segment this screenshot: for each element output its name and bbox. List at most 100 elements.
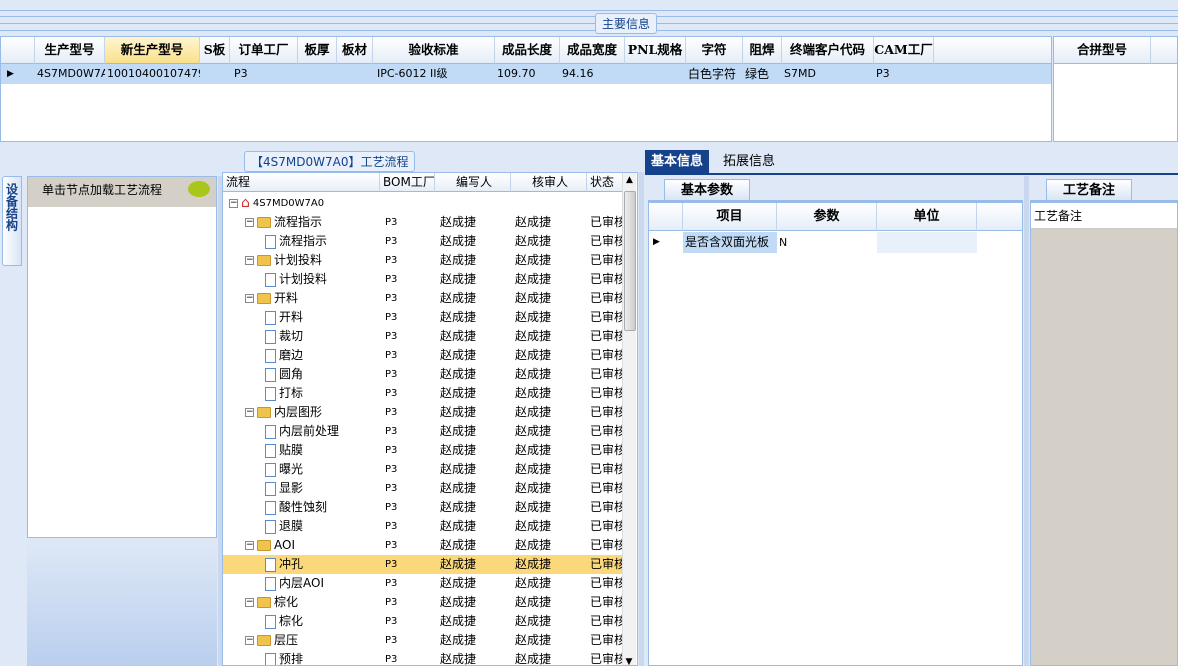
table-row[interactable]: ▶ 4S7MD0W7A0 10010400107479 P3 IPC-6012 …: [1, 64, 1051, 84]
tab-process-remark[interactable]: 工艺备注: [1046, 179, 1133, 201]
tree-row[interactable]: − 棕化 P3 赵成捷 赵成捷 已审核: [223, 593, 624, 612]
tree-cell-reviewer[interactable]: 赵成捷: [515, 593, 585, 612]
tree-cell-reviewer[interactable]: 赵成捷: [515, 612, 585, 631]
tree-cell-factory[interactable]: P3: [385, 498, 435, 517]
tree-cell-status[interactable]: 已审核: [590, 441, 624, 460]
tree-row[interactable]: 贴膜 P3 赵成捷 赵成捷 已审核: [223, 441, 624, 460]
tree-cell-reviewer[interactable]: 赵成捷: [515, 650, 585, 665]
tree-cell-writer[interactable]: 赵成捷: [440, 327, 510, 346]
scroll-down-icon[interactable]: ▼: [623, 657, 635, 665]
tree-cell-reviewer[interactable]: 赵成捷: [515, 213, 585, 232]
tree-node[interactable]: 预排: [265, 650, 380, 665]
tree-node[interactable]: 酸性蚀刻: [265, 498, 380, 517]
tree-cell-writer[interactable]: 赵成捷: [440, 574, 510, 593]
scroll-up-icon[interactable]: ▲: [623, 173, 636, 187]
tree-node[interactable]: 计划投料: [265, 270, 380, 289]
param-cell-item[interactable]: 是否含双面光板: [683, 232, 777, 253]
tree-cell-status[interactable]: 已审核: [590, 479, 624, 498]
param-col-unit[interactable]: 单位: [877, 203, 977, 231]
tree-cell-reviewer[interactable]: 赵成捷: [515, 365, 585, 384]
col-header-customer[interactable]: 终端客户代码: [782, 37, 874, 64]
remark-box[interactable]: 工艺备注: [1030, 202, 1178, 666]
tree-node[interactable]: 内层AOI: [265, 574, 380, 593]
tree-row[interactable]: 曝光 P3 赵成捷 赵成捷 已审核: [223, 460, 624, 479]
tree-cell-factory[interactable]: P3: [385, 346, 435, 365]
col-header-material[interactable]: 板材: [337, 37, 373, 64]
col-header-length[interactable]: 成品长度: [495, 37, 560, 64]
col-header-thickness[interactable]: 板厚: [298, 37, 337, 64]
tree-cell-status[interactable]: 已审核: [590, 308, 624, 327]
cell-standard[interactable]: IPC-6012 II级: [375, 64, 495, 84]
tree-row[interactable]: 开料 P3 赵成捷 赵成捷 已审核: [223, 308, 624, 327]
tree-cell-factory[interactable]: P3: [385, 631, 435, 650]
collapse-icon[interactable]: −: [245, 541, 254, 550]
tab-basic-params[interactable]: 基本参数: [664, 179, 751, 201]
tree-node[interactable]: − 层压: [245, 631, 380, 650]
collapse-icon[interactable]: −: [245, 598, 254, 607]
tree-cell-status[interactable]: 已审核: [590, 403, 624, 422]
param-cell-unit[interactable]: [877, 232, 977, 253]
tree-cell-factory[interactable]: P3: [385, 365, 435, 384]
collapse-icon[interactable]: −: [245, 408, 254, 417]
tree-scrollbar[interactable]: ▲ ▼: [622, 173, 636, 665]
tree-row[interactable]: 流程指示 P3 赵成捷 赵成捷 已审核: [223, 232, 624, 251]
col-header-solder[interactable]: 阻焊: [743, 37, 782, 64]
tree-cell-reviewer[interactable]: 赵成捷: [515, 346, 585, 365]
tree-cell-factory[interactable]: P3: [385, 536, 435, 555]
tree-cell-factory[interactable]: P3: [385, 289, 435, 308]
tree-node[interactable]: 棕化: [265, 612, 380, 631]
tree-row[interactable]: 预排 P3 赵成捷 赵成捷 已审核: [223, 650, 624, 665]
right-splitter-handle[interactable]: [1024, 176, 1029, 666]
tree-row[interactable]: 退膜 P3 赵成捷 赵成捷 已审核: [223, 517, 624, 536]
tree-cell-status[interactable]: 已审核: [590, 327, 624, 346]
tree-cell-factory[interactable]: P3: [385, 441, 435, 460]
tree-row[interactable]: − 开料 P3 赵成捷 赵成捷 已审核: [223, 289, 624, 308]
tree-cell-writer[interactable]: 赵成捷: [440, 346, 510, 365]
tree-cell-writer[interactable]: 赵成捷: [440, 441, 510, 460]
tree-cell-writer[interactable]: 赵成捷: [440, 517, 510, 536]
tree-node[interactable]: − 棕化: [245, 593, 380, 612]
tree-cell-factory[interactable]: P3: [385, 612, 435, 631]
cell-s-board[interactable]: [200, 64, 230, 84]
tab-basic-info[interactable]: 基本信息: [645, 150, 710, 173]
tree-node[interactable]: − 流程指示: [245, 213, 380, 232]
tree-node[interactable]: − 计划投料: [245, 251, 380, 270]
tree-node[interactable]: − 开料: [245, 289, 380, 308]
process-tree-grid[interactable]: 流程 BOM工厂 编写人 核审人 状态 − ⌂ 4S7MD0W7A0 − 流程指示…: [222, 172, 638, 666]
collapse-icon[interactable]: −: [245, 256, 254, 265]
col-header-char[interactable]: 字符: [686, 37, 743, 64]
tree-cell-reviewer[interactable]: 赵成捷: [515, 574, 585, 593]
cell-width[interactable]: 94.16: [560, 64, 625, 84]
tree-cell-reviewer[interactable]: 赵成捷: [515, 460, 585, 479]
tree-node[interactable]: 磨边: [265, 346, 380, 365]
tree-cell-factory[interactable]: P3: [385, 327, 435, 346]
tree-row[interactable]: 棕化 P3 赵成捷 赵成捷 已审核: [223, 612, 624, 631]
tree-row[interactable]: 内层AOI P3 赵成捷 赵成捷 已审核: [223, 574, 624, 593]
tree-row[interactable]: 裁切 P3 赵成捷 赵成捷 已审核: [223, 327, 624, 346]
tree-cell-writer[interactable]: 赵成捷: [440, 251, 510, 270]
tree-cell-factory[interactable]: P3: [385, 650, 435, 665]
main-info-grid[interactable]: 生产型号 新生产型号 S板 订单工厂 板厚 板材 验收标准 成品长度 成品宽度 …: [0, 36, 1052, 142]
tree-cell-reviewer[interactable]: 赵成捷: [515, 441, 585, 460]
tree-col-status[interactable]: 状态: [587, 173, 625, 192]
tree-cell-writer[interactable]: 赵成捷: [440, 422, 510, 441]
tree-row[interactable]: 打标 P3 赵成捷 赵成捷 已审核: [223, 384, 624, 403]
tree-cell-status[interactable]: 已审核: [590, 536, 624, 555]
tree-col-reviewer[interactable]: 核审人: [511, 173, 587, 192]
tree-cell-writer[interactable]: 赵成捷: [440, 479, 510, 498]
tree-row[interactable]: 显影 P3 赵成捷 赵成捷 已审核: [223, 479, 624, 498]
equipment-tree-box[interactable]: 单击节点加载工艺流程: [27, 176, 217, 538]
tree-cell-status[interactable]: 已审核: [590, 232, 624, 251]
tree-cell-reviewer[interactable]: 赵成捷: [515, 232, 585, 251]
tree-cell-status[interactable]: 已审核: [590, 365, 624, 384]
tree-cell-factory[interactable]: P3: [385, 384, 435, 403]
tree-row[interactable]: 圆角 P3 赵成捷 赵成捷 已审核: [223, 365, 624, 384]
tree-cell-status[interactable]: 已审核: [590, 270, 624, 289]
middle-splitter-handle[interactable]: [639, 172, 644, 666]
tree-cell-writer[interactable]: 赵成捷: [440, 213, 510, 232]
tree-cell-status[interactable]: 已审核: [590, 574, 624, 593]
tree-cell-reviewer[interactable]: 赵成捷: [515, 270, 585, 289]
cell-thickness[interactable]: [298, 64, 337, 84]
tree-cell-writer[interactable]: 赵成捷: [440, 365, 510, 384]
col-header-merge-model[interactable]: 合拼型号: [1054, 37, 1151, 64]
